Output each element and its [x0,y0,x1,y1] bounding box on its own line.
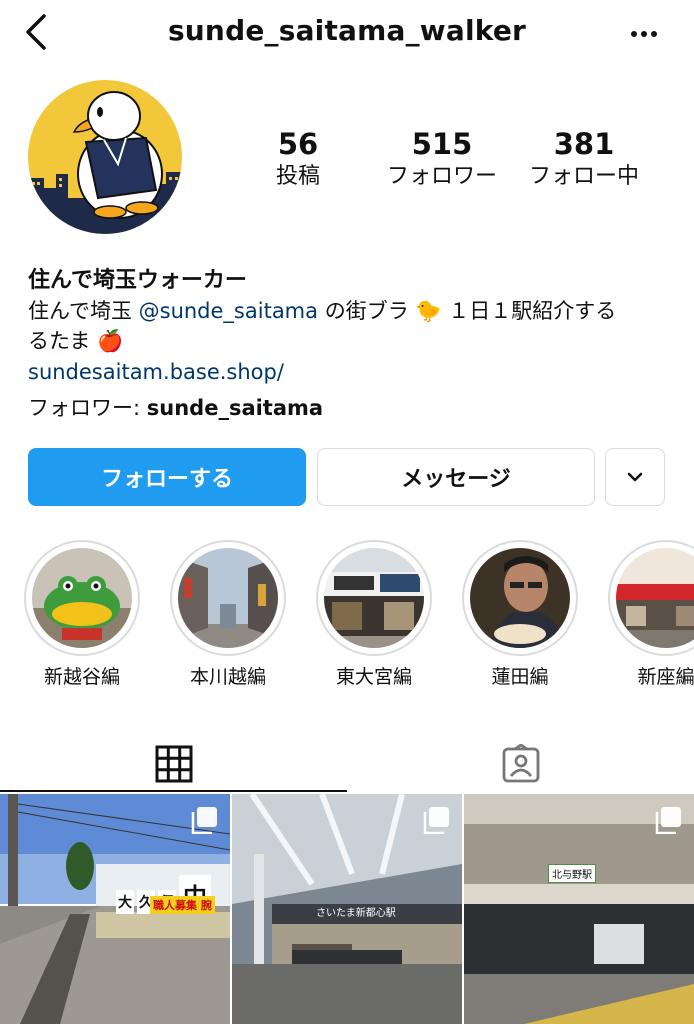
followers-stat[interactable]: 515 フォロワー [382,126,502,192]
highlight-item[interactable]: 本川越編 [170,540,286,689]
posts-count: 56 [277,127,319,161]
multiple-images-icon [655,807,681,834]
bio-rest: の街ブラ 🐤 １日１駅紹介する [318,299,617,323]
eating-person-image [470,548,570,648]
post-tile[interactable]: 北与野駅 [464,794,694,1024]
followed-by[interactable]: フォロワー: sunde_saitama [28,392,323,422]
shop-front-image [324,548,424,648]
highlight-item[interactable]: 新越谷編 [24,540,140,689]
grid-icon [155,745,192,783]
profile-avatar[interactable] [28,80,182,234]
highlight-item[interactable]: 東大宮編 [316,540,432,689]
multiple-images-icon [423,807,449,834]
website-link[interactable]: sundesaitam.base.shop/ [28,360,284,384]
duck-mascot-icon [28,80,182,234]
more-options-button[interactable] [626,22,666,46]
highlight-label: 蓮田編 [491,666,549,688]
display-name: 住んで埼玉ウォーカー [28,268,247,293]
bio-line-2: るたま 🍎 [28,329,124,353]
suggested-accounts-button[interactable] [605,448,665,506]
bio-mention-link[interactable]: @sunde_saitama [139,299,318,323]
jr-station-sign: 北与野駅 [548,864,596,883]
highlight-label: 新座編 [637,666,694,688]
highlight-cover [324,548,424,648]
tab-tagged[interactable] [347,734,694,794]
shopping-street-image [178,548,278,648]
station-sign: さいたま新都心駅 [316,908,396,919]
frog-statue-image [32,548,132,648]
tab-posts-grid[interactable] [0,734,347,794]
followers-count: 515 [411,127,473,161]
follow-button[interactable]: フォローする [28,448,306,506]
highlight-cover [178,548,278,648]
followed-by-user: sunde_saitama [146,396,324,420]
highlight-cover [616,548,694,648]
multiple-images-icon [191,807,217,834]
followers-label: フォロワー [386,164,497,189]
active-tab-indicator [0,790,347,792]
following-count: 381 [553,127,615,161]
chevron-down-icon [627,472,643,482]
bio-prefix: 住んで埼玉 [28,299,139,323]
followed-by-label: フォロワー: [28,396,147,420]
highlight-label: 本川越編 [189,666,266,688]
more-icon [631,31,657,37]
post-tile[interactable]: 大 久 保 中 職人募集 腕 [0,794,230,1024]
posts-stat: 56 投稿 [258,126,338,192]
following-stat[interactable]: 381 フォロー中 [522,126,646,192]
highlight-item[interactable]: 新座編 [608,540,694,689]
highlight-label: 東大宮編 [335,666,412,688]
red-storefront-image [616,548,694,648]
message-button[interactable]: メッセージ [317,448,595,506]
following-label: フォロー中 [528,164,639,189]
highlight-cover [32,548,132,648]
sign-char: 大 [116,890,134,914]
profile-username: sunde_saitama_walker [167,14,527,47]
highlight-cover [470,548,570,648]
highlight-label: 新越谷編 [43,666,120,688]
tagged-icon [502,744,539,783]
bio: 住んで埼玉 @sunde_saitama の街ブラ 🐤 １日１駅紹介する るたま… [28,296,668,356]
posts-label: 投稿 [275,164,320,189]
recruit-banner: 職人募集 腕 [150,896,215,914]
post-tile[interactable]: さいたま新都心駅 [232,794,462,1024]
highlight-item[interactable]: 蓮田編 [462,540,578,689]
